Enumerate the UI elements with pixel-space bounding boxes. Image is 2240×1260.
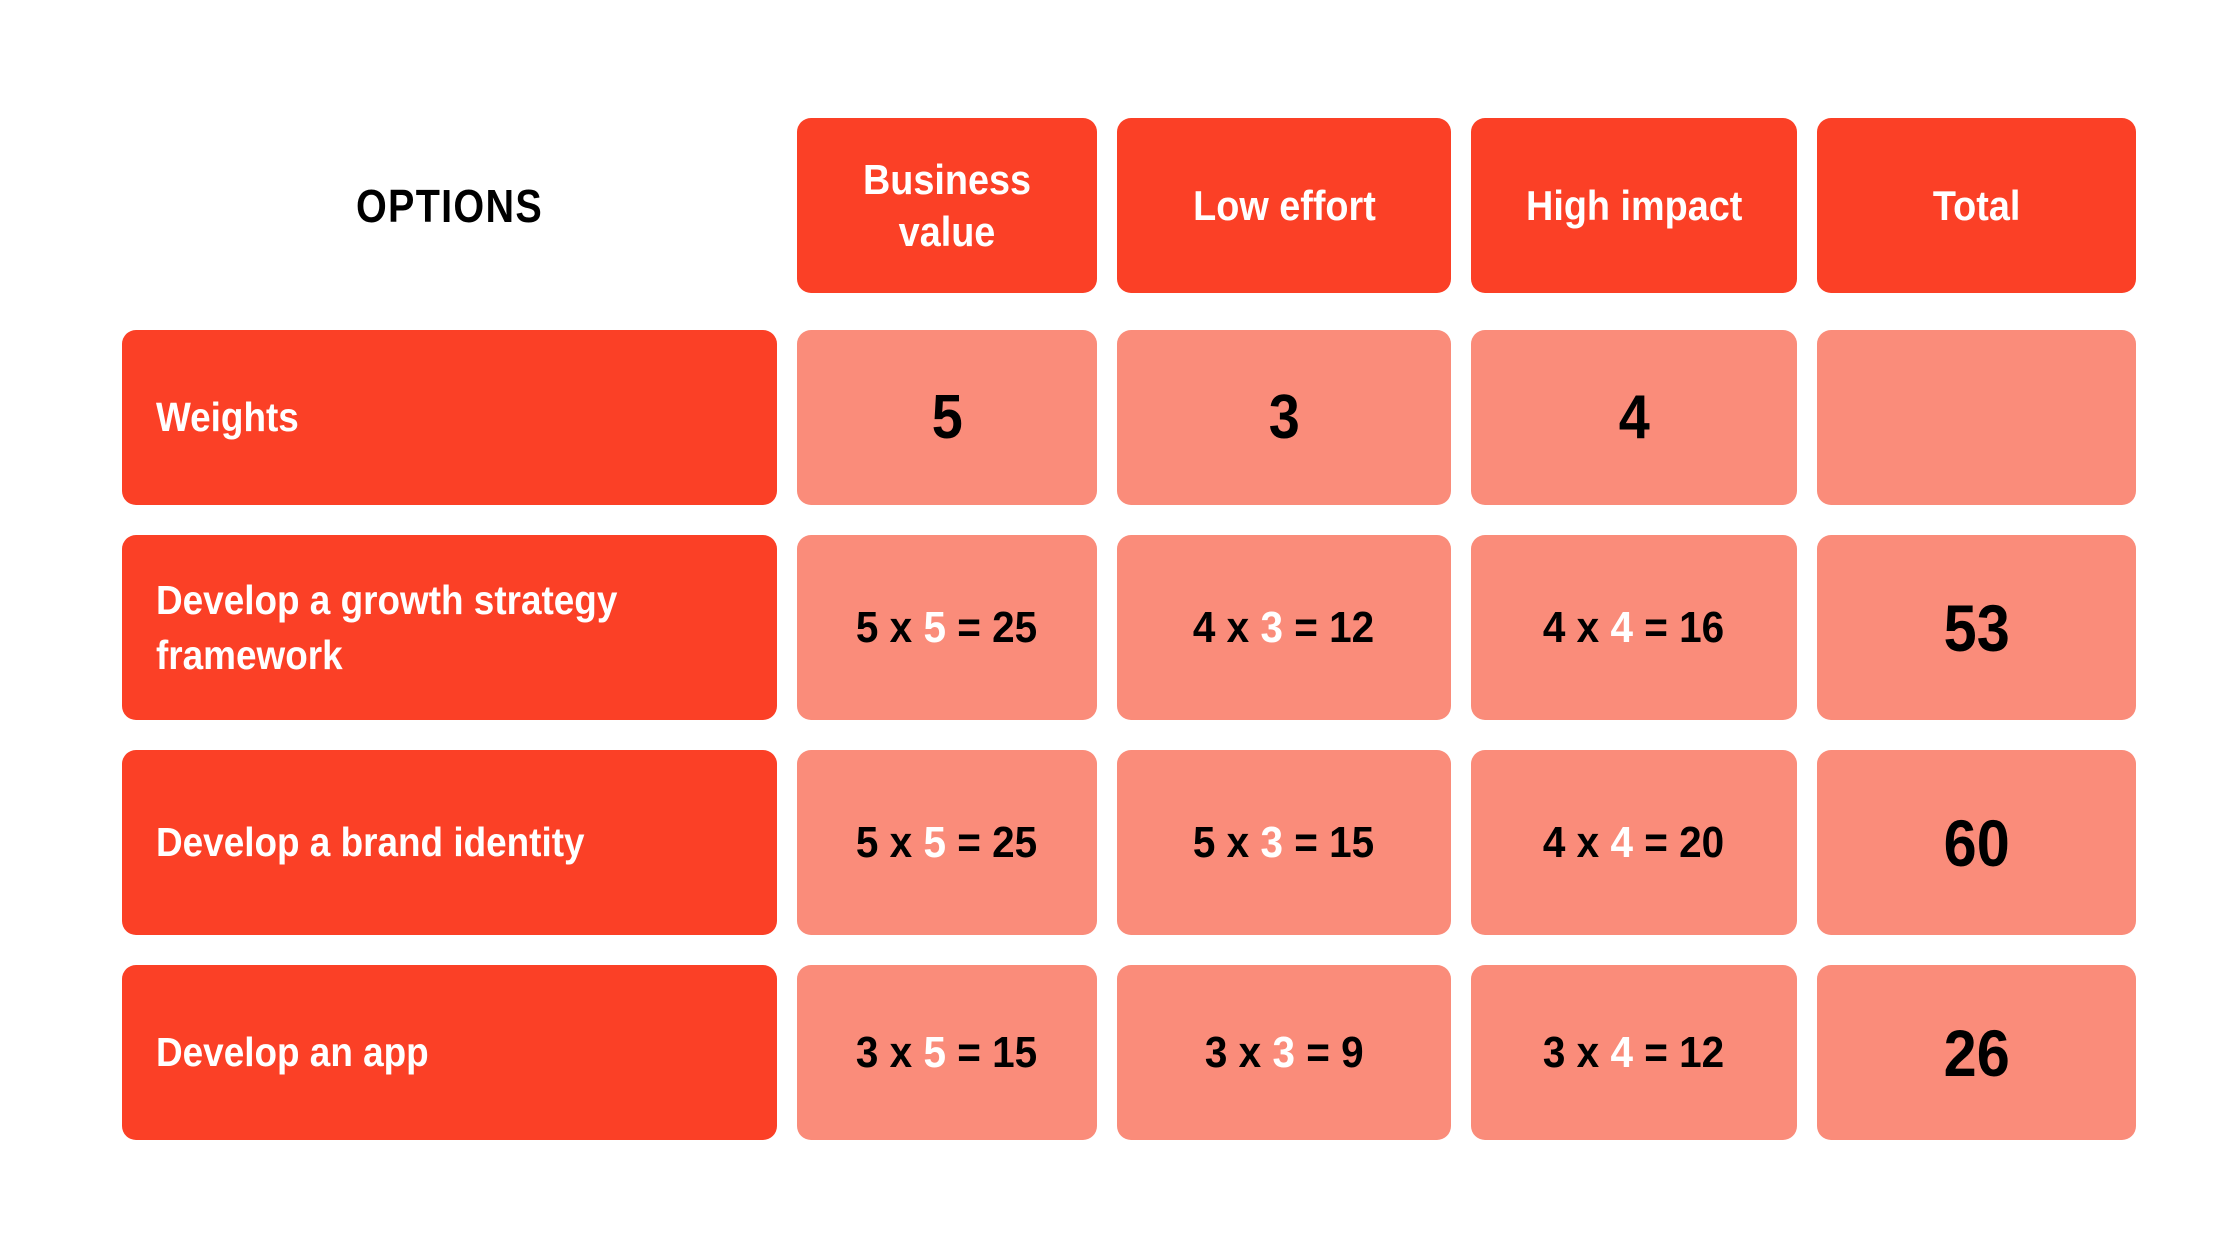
column-header-low-effort: Low effort xyxy=(1117,118,1451,293)
row-label: Develop a growth strategy framework xyxy=(156,576,618,678)
score-cell-r1-low-effort: 4 x 3 = 12 xyxy=(1117,535,1451,720)
score-cell-r2-business-value: 5 x 5 = 25 xyxy=(797,750,1097,935)
score-formula: 4 x 4 = 20 xyxy=(1543,817,1725,867)
score-cell-r3-low-effort: 3 x 3 = 9 xyxy=(1117,965,1451,1140)
score-formula: 5 x 3 = 15 xyxy=(1193,817,1375,867)
column-header-high-impact: High impact xyxy=(1471,118,1797,293)
score-cell-r3-high-impact: 3 x 4 = 12 xyxy=(1471,965,1797,1140)
weight-total-empty xyxy=(1817,330,2136,505)
row-label-option-1: Develop a growth strategy framework xyxy=(122,535,777,720)
row-spacer xyxy=(122,720,2136,750)
score-cell-r1-high-impact: 4 x 4 = 16 xyxy=(1471,535,1797,720)
row-spacer xyxy=(122,935,2136,965)
total-value: 60 xyxy=(1943,805,2010,880)
row-label: Weights xyxy=(156,394,299,441)
row-label: Develop an app xyxy=(156,1029,429,1076)
total-cell-r3: 26 xyxy=(1817,965,2136,1140)
score-formula: 5 x 5 = 25 xyxy=(856,817,1038,867)
total-value: 26 xyxy=(1943,1015,2010,1090)
page-title: OPTIONS xyxy=(168,118,731,293)
row-label-weights: Weights xyxy=(122,330,777,505)
total-value: 53 xyxy=(1943,590,2010,665)
column-header-label: Total xyxy=(1932,181,2021,229)
score-formula: 5 x 5 = 25 xyxy=(856,602,1038,652)
score-formula: 3 x 4 = 12 xyxy=(1543,1027,1725,1077)
score-cell-r3-business-value: 3 x 5 = 15 xyxy=(797,965,1097,1140)
score-formula: 4 x 3 = 12 xyxy=(1193,602,1375,652)
options-label: OPTIONS xyxy=(355,179,544,232)
weighted-scoring-matrix: OPTIONS Business value Low effort High i… xyxy=(0,0,2240,1260)
row-label: Develop a brand identity xyxy=(156,819,585,866)
total-cell-r2: 60 xyxy=(1817,750,2136,935)
weight-value: 5 xyxy=(931,383,963,452)
column-header-label: Low effort xyxy=(1192,181,1376,229)
column-header-label: Business value xyxy=(862,156,1032,255)
score-formula: 3 x 5 = 15 xyxy=(856,1027,1038,1077)
score-cell-r1-business-value: 5 x 5 = 25 xyxy=(797,535,1097,720)
score-cell-r2-high-impact: 4 x 4 = 20 xyxy=(1471,750,1797,935)
weight-business-value: 5 xyxy=(797,330,1097,505)
score-cell-r2-low-effort: 5 x 3 = 15 xyxy=(1117,750,1451,935)
header-body-spacer xyxy=(122,293,2136,330)
weight-value: 4 xyxy=(1618,383,1650,452)
row-label-option-2: Develop a brand identity xyxy=(122,750,777,935)
score-formula: 3 x 3 = 9 xyxy=(1204,1027,1364,1077)
score-formula: 4 x 4 = 16 xyxy=(1543,602,1725,652)
row-spacer xyxy=(122,505,2136,535)
weight-value: 3 xyxy=(1268,383,1300,452)
column-header-label: High impact xyxy=(1525,181,1743,229)
total-cell-r1: 53 xyxy=(1817,535,2136,720)
row-label-option-3: Develop an app xyxy=(122,965,777,1140)
weight-high-impact: 4 xyxy=(1471,330,1797,505)
column-header-total: Total xyxy=(1817,118,2136,293)
weight-low-effort: 3 xyxy=(1117,330,1451,505)
column-header-business-value: Business value xyxy=(797,118,1097,293)
matrix-grid: OPTIONS Business value Low effort High i… xyxy=(122,118,2136,1140)
